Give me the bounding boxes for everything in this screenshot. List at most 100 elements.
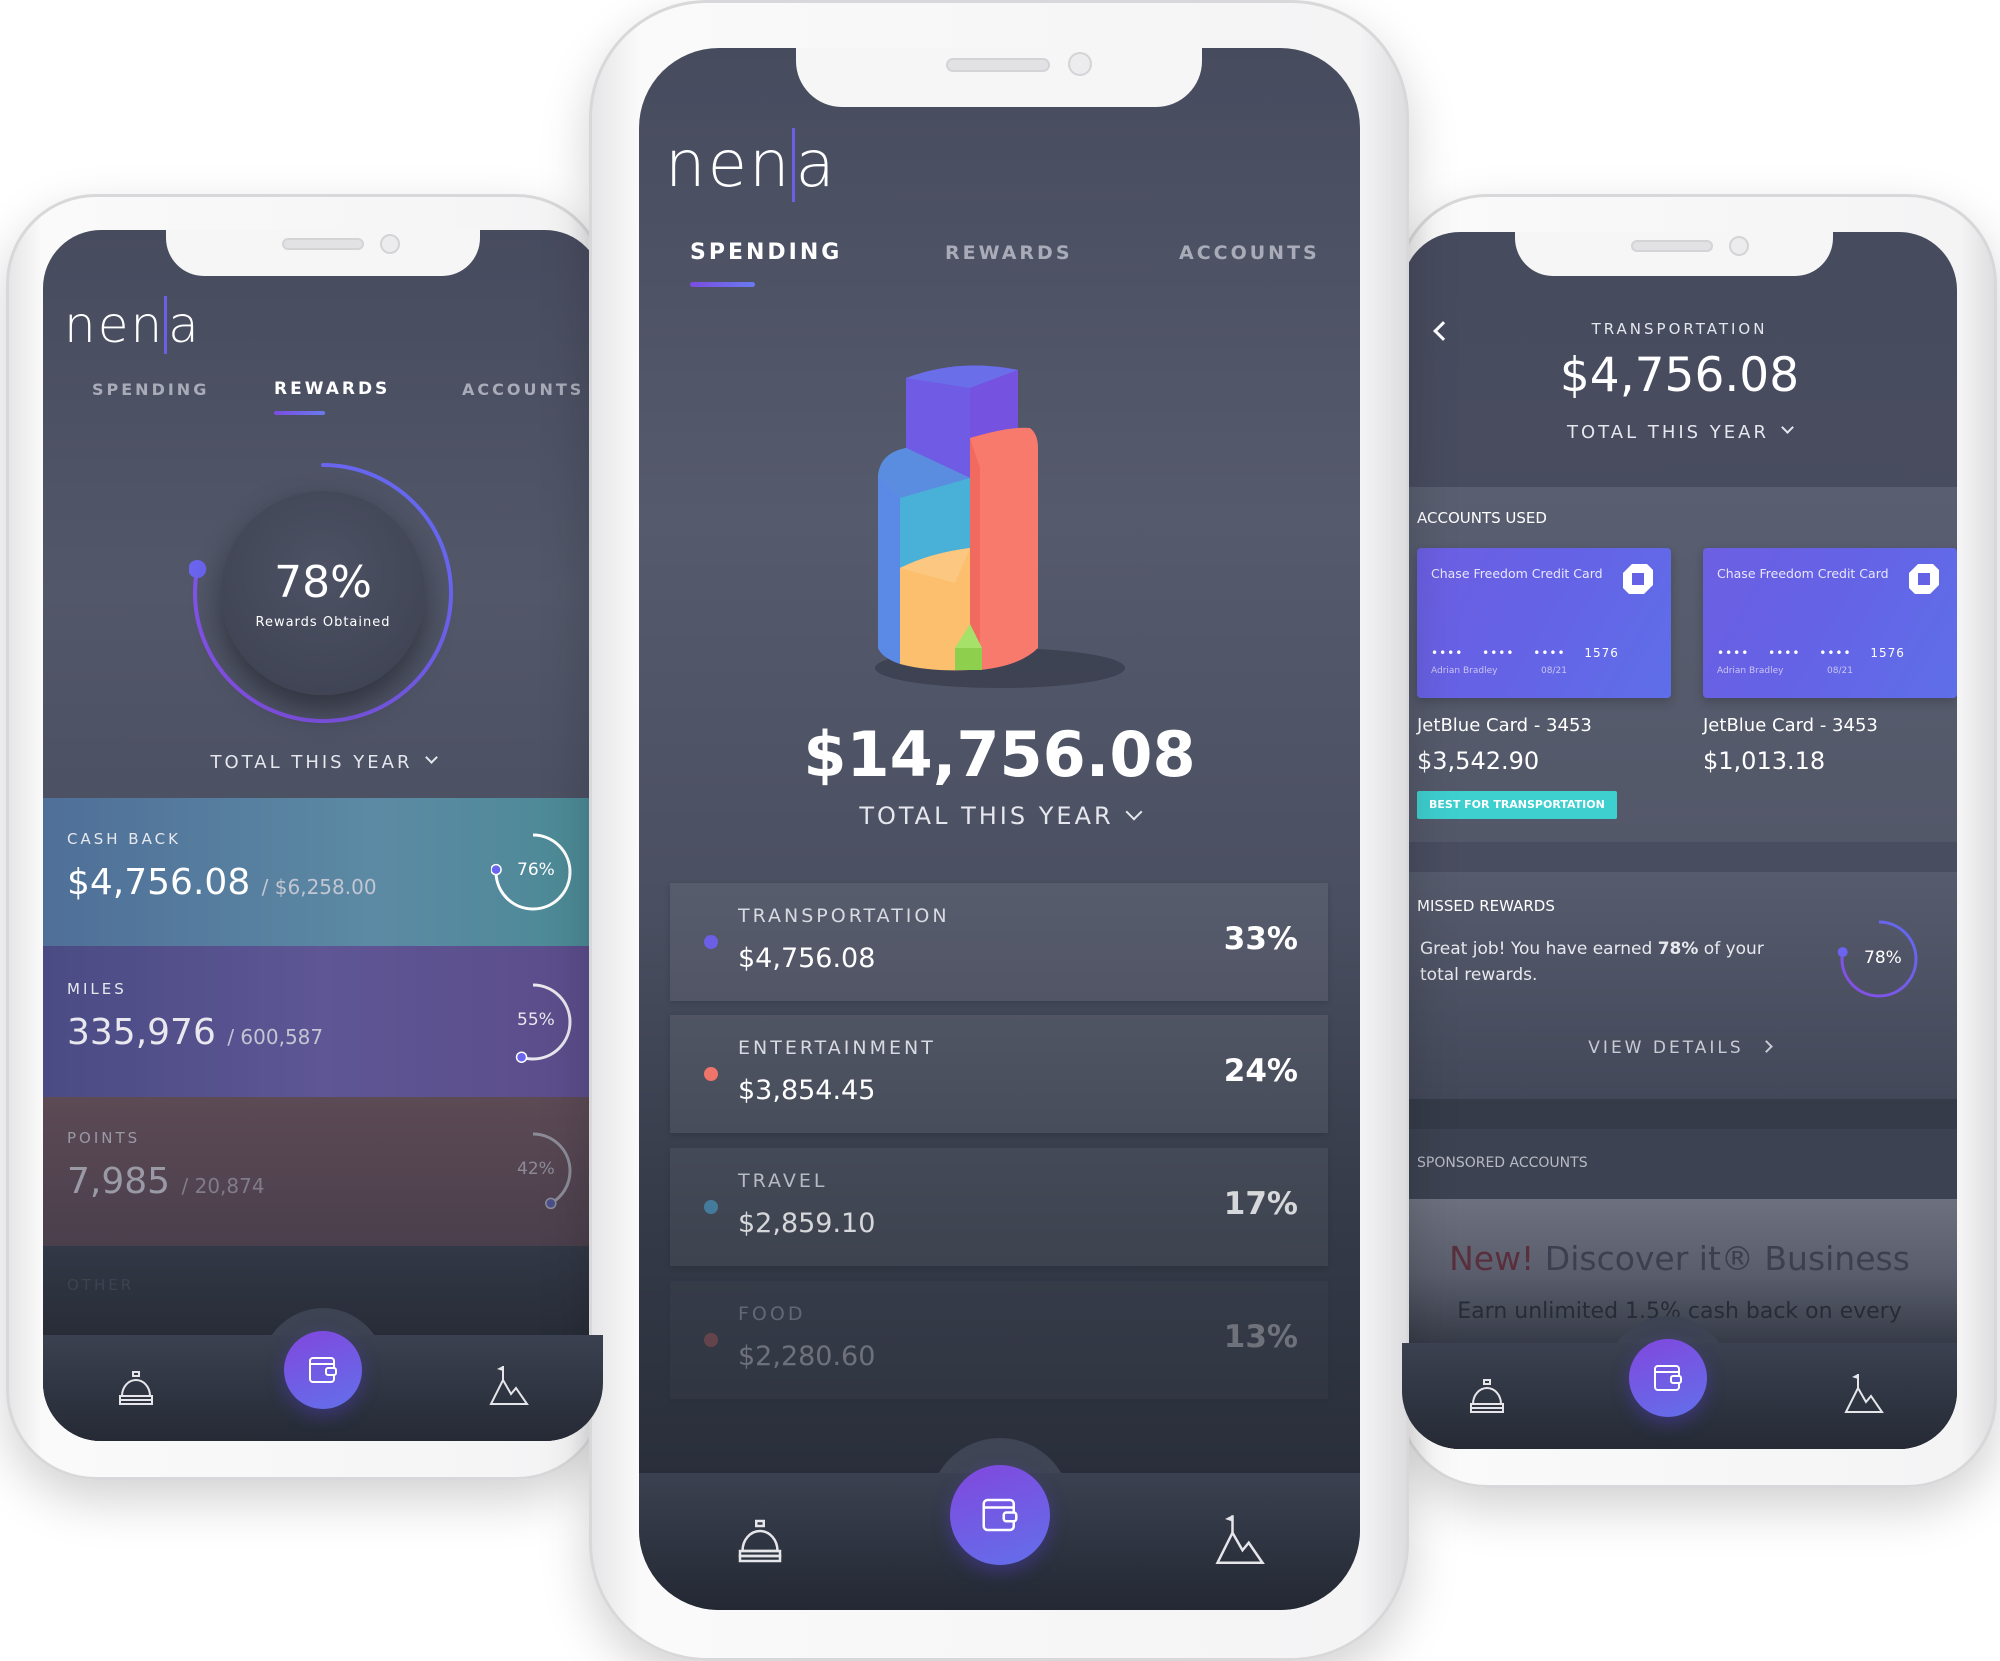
card-holder: Adrian Bradley: [1431, 666, 1498, 676]
reward-label: CASH BACK: [67, 830, 181, 848]
reward-row-miles[interactable]: MILES 335,976 / 600,587 55%: [43, 946, 603, 1097]
reward-value: 7,985 / 20,874: [67, 1161, 265, 1202]
missed-rewards-percent: 78%: [1864, 948, 1902, 968]
category-percent: 24%: [1223, 1053, 1298, 1089]
card-name: Chase Freedom Credit Card: [1431, 566, 1603, 581]
reward-row-points[interactable]: POINTS 7,985 / 20,874 42%: [43, 1097, 603, 1246]
active-tab-indicator: [274, 411, 325, 415]
category-row-transportation[interactable]: TRANSPORTATION $4,756.08 33%: [670, 883, 1328, 1001]
ad-title: New! Discover it® Business: [1449, 1239, 1910, 1278]
card-expiry: 08/21: [1541, 666, 1567, 676]
category-percent: 33%: [1223, 921, 1298, 957]
account-title: JetBlue Card - 3453: [1417, 715, 1592, 736]
card-name: Chase Freedom Credit Card: [1717, 566, 1889, 581]
best-for-badge: BEST FOR TRANSPORTATION: [1417, 791, 1617, 819]
total-this-year-dropdown[interactable]: TOTAL THIS YEAR: [639, 802, 1360, 830]
category-color-dot: [704, 1333, 718, 1347]
section-title: MISSED REWARDS: [1417, 897, 1555, 915]
phone-notch: [1515, 232, 1833, 276]
reward-target: / 20,874: [181, 1174, 265, 1198]
section-title: SPONSORED ACCOUNTS: [1417, 1155, 1588, 1171]
reward-percent: 55%: [517, 1010, 555, 1030]
category-label: TRAVEL: [738, 1170, 828, 1192]
category-total: $4,756.08: [1559, 348, 1800, 403]
category-percent: 13%: [1223, 1319, 1298, 1355]
account-amount: $1,013.18: [1703, 747, 1826, 775]
category-title: TRANSPORTATION: [1591, 320, 1768, 338]
bell-icon[interactable]: [116, 1370, 156, 1406]
wallet-icon: [982, 1498, 1018, 1532]
rewards-gauge: 78% Rewards Obtained: [189, 459, 457, 727]
reward-label: OTHER: [67, 1276, 135, 1294]
chevron-down-icon: [424, 751, 438, 764]
category-label: ENTERTAINMENT: [738, 1037, 936, 1059]
chase-logo-icon: [1909, 564, 1939, 594]
tab-rewards[interactable]: REWARDS: [274, 379, 390, 399]
category-percent: 17%: [1223, 1186, 1298, 1222]
reward-row-cash-back[interactable]: CASH BACK $4,756.08 / $6,258.00 76%: [43, 798, 603, 946]
spending-total: $14,756.08: [803, 718, 1196, 791]
reward-label: MILES: [67, 980, 127, 998]
category-row-entertainment[interactable]: ENTERTAINMENT $3,854.45 24%: [670, 1015, 1328, 1133]
reward-percent: 76%: [517, 860, 555, 880]
chevron-right-icon: [1759, 1040, 1773, 1053]
total-label: TOTAL THIS YEAR: [1567, 422, 1769, 443]
wallet-fab-button[interactable]: [950, 1465, 1050, 1565]
bell-icon[interactable]: [735, 1518, 785, 1564]
tab-accounts[interactable]: ACCOUNTS: [462, 380, 584, 399]
credit-card[interactable]: Chase Freedom Credit Card •••• •••• ••••…: [1417, 548, 1671, 698]
category-row-travel[interactable]: TRAVEL $2,859.10 17%: [670, 1148, 1328, 1266]
card-number: •••• •••• •••• 1576: [1717, 646, 1905, 660]
tab-accounts[interactable]: ACCOUNTS: [1179, 242, 1320, 264]
category-color-dot: [704, 1200, 718, 1214]
section-divider: [1402, 1099, 1957, 1129]
chase-logo-icon: [1623, 564, 1653, 594]
wallet-icon: [309, 1357, 337, 1383]
app-logo: nena: [64, 296, 201, 354]
gauge-label: Rewards Obtained: [255, 615, 391, 630]
category-amount: $2,280.60: [738, 1341, 876, 1372]
right-phone-screen: TRANSPORTATION $4,756.08 TOTAL THIS YEAR…: [1402, 232, 1957, 1449]
account-amount: $3,542.90: [1417, 747, 1540, 775]
section-title: ACCOUNTS USED: [1417, 509, 1547, 527]
sponsored-section: SPONSORED ACCOUNTS: [1402, 1129, 1957, 1199]
total-label: TOTAL THIS YEAR: [859, 802, 1114, 830]
wallet-icon: [1654, 1365, 1682, 1391]
category-color-dot: [704, 1067, 718, 1081]
category-color-dot: [704, 935, 718, 949]
reward-label: POINTS: [67, 1129, 141, 1147]
app-logo: nena: [665, 128, 837, 202]
category-label: FOOD: [738, 1303, 806, 1325]
missed-rewards-text: Great job! You have earned 78% of your t…: [1420, 939, 1764, 985]
center-phone-screen: nena SPENDING REWARDS ACCOUNTS $14,756.0…: [639, 48, 1360, 1610]
card-holder: Adrian Bradley: [1717, 666, 1784, 676]
missed-rewards-section: MISSED REWARDS Great job! You have earne…: [1402, 872, 1957, 1099]
total-this-year-dropdown[interactable]: TOTAL THIS YEAR: [43, 751, 603, 773]
tab-spending[interactable]: SPENDING: [92, 380, 209, 399]
total-this-year-dropdown[interactable]: TOTAL THIS YEAR: [1402, 421, 1957, 443]
accounts-used-section: ACCOUNTS USED Chase Freedom Credit Card …: [1402, 487, 1957, 842]
chart-slice-entertainment: [970, 427, 1038, 670]
mountain-flag-icon[interactable]: [1215, 1512, 1265, 1566]
category-row-food[interactable]: FOOD $2,280.60 13%: [670, 1281, 1328, 1399]
reward-target: / 600,587: [227, 1025, 324, 1049]
tab-spending[interactable]: SPENDING: [690, 240, 842, 265]
reward-value: 335,976 / 600,587: [67, 1012, 324, 1053]
account-title: JetBlue Card - 3453: [1703, 715, 1878, 736]
category-amount: $4,756.08: [738, 943, 876, 974]
spending-3d-chart-illustration: [875, 365, 1125, 688]
phone-notch: [796, 48, 1202, 107]
bell-icon[interactable]: [1467, 1378, 1507, 1414]
mountain-flag-icon[interactable]: [489, 1364, 529, 1406]
credit-card[interactable]: Chase Freedom Credit Card •••• •••• ••••…: [1703, 548, 1957, 698]
left-phone-screen: nena SPENDING REWARDS ACCOUNTS 78% Rewar…: [43, 230, 603, 1441]
wallet-fab-button[interactable]: [284, 1331, 362, 1409]
mountain-flag-icon[interactable]: [1844, 1372, 1884, 1414]
view-details-link[interactable]: VIEW DETAILS: [1402, 1038, 1957, 1058]
chevron-down-icon: [1125, 803, 1143, 821]
card-number: •••• •••• •••• 1576: [1431, 646, 1619, 660]
gauge-percent: 78%: [274, 557, 372, 608]
total-label: TOTAL THIS YEAR: [210, 752, 413, 773]
tab-rewards[interactable]: REWARDS: [945, 242, 1073, 264]
wallet-fab-button[interactable]: [1629, 1339, 1707, 1417]
